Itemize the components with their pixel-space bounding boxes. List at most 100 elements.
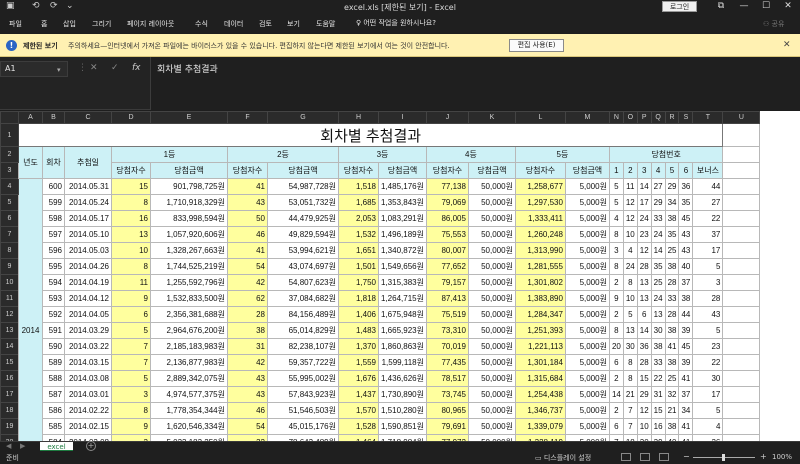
tab-review[interactable]: 검토 <box>259 19 272 29</box>
winning-number-cell[interactable]: 11 <box>622 178 638 195</box>
winning-number-cell[interactable]: 43 <box>678 226 694 243</box>
bonus-number-cell[interactable]: 17 <box>692 386 724 403</box>
winning-number-cell[interactable]: 17 <box>636 194 652 211</box>
winners-count-cell[interactable]: 54 <box>227 418 268 435</box>
winners-count-cell[interactable]: 1,750 <box>338 274 379 291</box>
winners-count-cell[interactable]: 54 <box>227 258 268 275</box>
prize-amount-cell[interactable]: 5,000원 <box>564 418 610 435</box>
login-button[interactable]: 로그인 <box>662 1 697 12</box>
prize-amount-cell[interactable]: 50,000원 <box>467 290 516 307</box>
winning-number-cell[interactable]: 7 <box>622 418 638 435</box>
winning-number-cell[interactable]: 28 <box>664 306 680 323</box>
round-cell[interactable]: 586 <box>42 402 65 419</box>
winning-number-cell[interactable]: 10 <box>622 290 638 307</box>
winners-count-cell[interactable]: 41 <box>227 242 268 259</box>
prize-amount-cell[interactable]: 1,057,920,606원 <box>150 226 228 243</box>
winning-number-cell[interactable]: 6 <box>636 306 652 323</box>
winning-number-cell[interactable]: 4 <box>622 242 638 259</box>
prize-amount-cell[interactable]: 53,051,732원 <box>267 194 339 211</box>
prize-amount-cell[interactable]: 50,000원 <box>467 258 516 275</box>
prize-amount-cell[interactable]: 1,315,383원 <box>378 274 427 291</box>
prize-amount-cell[interactable]: 1,083,291원 <box>378 210 427 227</box>
header-number-4[interactable]: 4 <box>650 162 666 179</box>
winners-count-cell[interactable]: 1,483 <box>338 322 379 339</box>
prize-amount-cell[interactable]: 1,353,843원 <box>378 194 427 211</box>
enable-editing-button[interactable]: 편집 사용(E) <box>509 39 564 52</box>
winners-count-cell[interactable]: 11 <box>111 274 151 291</box>
bonus-number-cell[interactable]: 22 <box>692 210 724 227</box>
round-cell[interactable]: 585 <box>42 418 65 435</box>
header-winning-numbers[interactable]: 당첨번호 <box>608 146 724 163</box>
winners-count-cell[interactable]: 1,370 <box>338 338 379 355</box>
row-header-14[interactable]: 14 <box>0 338 19 355</box>
winning-number-cell[interactable]: 12 <box>622 194 638 211</box>
winners-count-cell[interactable]: 1,258,677 <box>514 178 566 195</box>
winners-count-cell[interactable]: 1,501 <box>338 258 379 275</box>
winners-count-cell[interactable]: 62 <box>227 290 268 307</box>
empty-cell[interactable] <box>722 274 761 291</box>
row-header-19[interactable]: 19 <box>0 418 19 435</box>
draw-date-cell[interactable]: 2014.02.15 <box>64 418 112 435</box>
header-rank-2[interactable]: 2등 <box>227 146 339 163</box>
draw-date-cell[interactable]: 2014.05.24 <box>64 194 112 211</box>
prize-amount-cell[interactable]: 1,485,176원 <box>378 178 427 195</box>
prize-amount-cell[interactable]: 50,000원 <box>467 338 516 355</box>
winning-number-cell[interactable]: 44 <box>678 306 694 323</box>
winning-number-cell[interactable]: 5 <box>622 306 638 323</box>
prize-amount-cell[interactable]: 2,964,676,200원 <box>150 322 228 339</box>
winners-count-cell[interactable]: 7 <box>111 354 151 371</box>
winners-count-cell[interactable]: 80,007 <box>425 242 469 259</box>
round-cell[interactable]: 587 <box>42 386 65 403</box>
chevron-down-icon[interactable]: ▾ <box>57 63 61 77</box>
empty-cell[interactable] <box>722 146 761 163</box>
winning-number-cell[interactable]: 14 <box>636 322 652 339</box>
prize-amount-cell[interactable]: 50,000원 <box>467 306 516 323</box>
tab-home[interactable]: 홈 <box>41 19 47 29</box>
winners-count-cell[interactable]: 1,281,555 <box>514 258 566 275</box>
round-cell[interactable]: 595 <box>42 258 65 275</box>
name-box[interactable]: A1 ▾ <box>0 61 68 77</box>
winning-number-cell[interactable]: 41 <box>678 370 694 387</box>
winning-number-cell[interactable]: 32 <box>664 386 680 403</box>
prize-amount-cell[interactable]: 5,000원 <box>564 402 610 419</box>
winners-count-cell[interactable]: 1,254,438 <box>514 386 566 403</box>
column-header-k[interactable]: K <box>467 111 516 124</box>
winners-count-cell[interactable]: 77,652 <box>425 258 469 275</box>
winners-count-cell[interactable]: 43 <box>227 370 268 387</box>
row-header-9[interactable]: 9 <box>0 258 19 275</box>
winners-count-cell[interactable]: 73,745 <box>425 386 469 403</box>
winning-number-cell[interactable]: 34 <box>664 194 680 211</box>
prize-amount-cell[interactable]: 2,136,877,983원 <box>150 354 228 371</box>
column-header-t[interactable]: T <box>692 111 724 124</box>
winners-count-cell[interactable]: 1,297,530 <box>514 194 566 211</box>
winners-count-cell[interactable]: 1,333,411 <box>514 210 566 227</box>
winning-number-cell[interactable]: 5 <box>608 178 624 195</box>
winning-number-cell[interactable]: 2 <box>608 274 624 291</box>
winning-number-cell[interactable]: 10 <box>636 418 652 435</box>
winners-count-cell[interactable]: 1,559 <box>338 354 379 371</box>
winners-count-cell[interactable]: 1,315,684 <box>514 370 566 387</box>
winners-count-cell[interactable]: 8 <box>111 194 151 211</box>
winners-count-cell[interactable]: 10 <box>111 242 151 259</box>
winning-number-cell[interactable]: 2 <box>608 402 624 419</box>
winning-number-cell[interactable]: 8 <box>622 370 638 387</box>
winning-number-cell[interactable]: 35 <box>664 226 680 243</box>
draw-date-cell[interactable]: 2014.03.15 <box>64 354 112 371</box>
winners-count-cell[interactable]: 6 <box>111 306 151 323</box>
winning-number-cell[interactable]: 24 <box>650 290 666 307</box>
winning-number-cell[interactable]: 40 <box>678 258 694 275</box>
winners-count-cell[interactable]: 1,383,890 <box>514 290 566 307</box>
winners-count-cell[interactable]: 80,965 <box>425 402 469 419</box>
column-header-b[interactable]: B <box>42 111 65 124</box>
winning-number-cell[interactable]: 14 <box>636 178 652 195</box>
prize-amount-cell[interactable]: 1,665,923원 <box>378 322 427 339</box>
winners-count-cell[interactable]: 1,818 <box>338 290 379 307</box>
prize-amount-cell[interactable]: 5,000원 <box>564 178 610 195</box>
prize-amount-cell[interactable]: 1,599,118원 <box>378 354 427 371</box>
header-number-2[interactable]: 2 <box>622 162 638 179</box>
prev-sheet-icon[interactable]: ◀ <box>6 442 11 450</box>
column-header-f[interactable]: F <box>227 111 268 124</box>
winners-count-cell[interactable]: 43 <box>227 386 268 403</box>
round-cell[interactable]: 589 <box>42 354 65 371</box>
column-header-o[interactable]: O <box>622 111 638 124</box>
